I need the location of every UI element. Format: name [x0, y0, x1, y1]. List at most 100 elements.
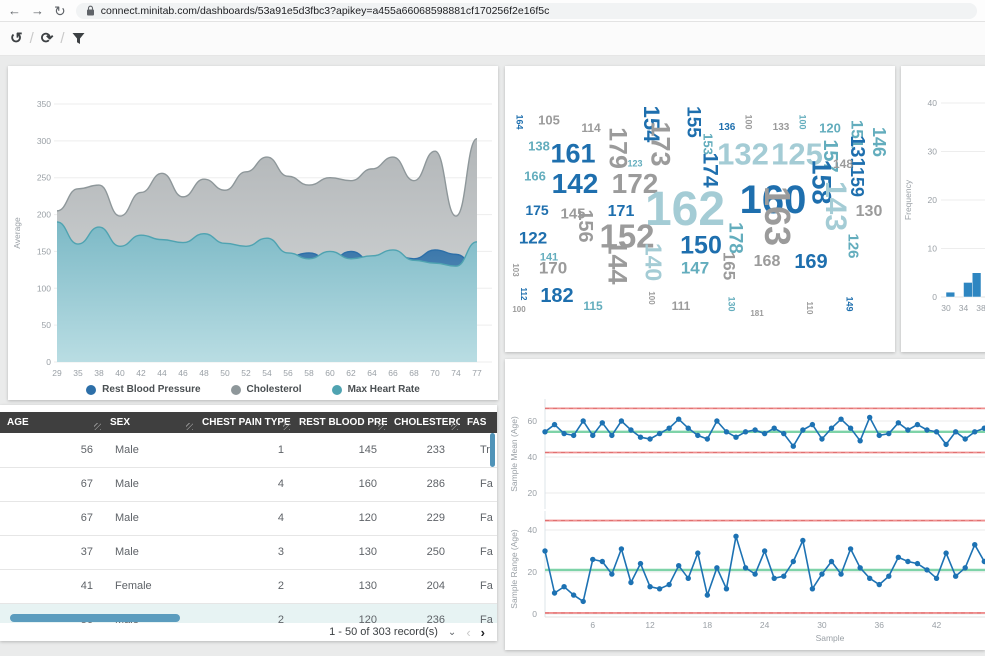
- table-row[interactable]: 56Male1145233Tr: [0, 433, 497, 467]
- chevron-down-icon[interactable]: ⌄: [448, 627, 456, 638]
- cloud-word[interactable]: 166: [524, 170, 546, 183]
- svg-text:Sample Mean (Age): Sample Mean (Age): [509, 416, 519, 492]
- cloud-word[interactable]: 178: [726, 222, 745, 254]
- column-header-fas[interactable]: FAS: [460, 412, 497, 433]
- cloud-word[interactable]: 136: [719, 123, 736, 133]
- cloud-word[interactable]: 149: [845, 296, 854, 311]
- filter-icon[interactable]: [72, 32, 85, 45]
- cloud-word[interactable]: 100: [744, 114, 753, 129]
- wordcloud: 1641051141541551361001331001201511381611…: [505, 66, 895, 352]
- cloud-word[interactable]: 126: [846, 233, 861, 258]
- forward-icon[interactable]: →: [31, 4, 44, 17]
- lock-icon: [86, 5, 95, 16]
- cloud-word[interactable]: 179: [605, 127, 630, 169]
- cloud-word[interactable]: 143: [820, 181, 850, 231]
- column-header-sex[interactable]: SEX: [103, 412, 195, 433]
- cloud-word[interactable]: 114: [581, 122, 600, 134]
- table-row[interactable]: 37Male3130250Fa: [0, 535, 497, 569]
- table-cell: Male: [103, 501, 195, 535]
- cloud-word[interactable]: 161: [550, 141, 595, 168]
- history-icon[interactable]: ↺: [10, 31, 23, 46]
- cloud-word[interactable]: 111: [672, 300, 691, 312]
- cloud-word[interactable]: 112: [519, 288, 527, 301]
- cloud-word[interactable]: 100: [798, 114, 807, 129]
- cloud-word[interactable]: 115: [583, 300, 602, 312]
- svg-text:300: 300: [37, 136, 51, 146]
- table-cell: 286: [387, 467, 460, 501]
- cloud-word[interactable]: 164: [515, 114, 524, 129]
- prev-page-button[interactable]: ‹: [466, 625, 470, 640]
- svg-text:150: 150: [37, 246, 51, 256]
- cloud-word[interactable]: 168: [754, 254, 781, 270]
- cloud-word[interactable]: 150: [680, 234, 722, 259]
- column-resize-handle[interactable]: [94, 423, 101, 430]
- cloud-word[interactable]: 142: [552, 170, 599, 198]
- cloud-word[interactable]: 132: [717, 139, 769, 170]
- cloud-word[interactable]: 140: [642, 243, 665, 281]
- column-header-rest-blood-press-[interactable]: REST BLOOD PRESS...: [292, 412, 387, 433]
- table-row[interactable]: 67Male4160286Fa: [0, 467, 497, 501]
- svg-text:100: 100: [37, 283, 51, 293]
- data-table: AGESEXCHEST PAIN TYPEREST BLOOD PRESS...…: [0, 412, 497, 638]
- cloud-word[interactable]: 110: [805, 302, 813, 315]
- svg-text:35: 35: [73, 368, 83, 378]
- legend-item-max-heart-rate[interactable]: Max Heart Rate: [332, 384, 420, 395]
- cloud-word[interactable]: 130: [727, 296, 736, 311]
- refresh-icon[interactable]: ⟳: [41, 31, 54, 46]
- column-header-cholesterol[interactable]: CHOLESTEROL: [387, 412, 460, 433]
- svg-text:42: 42: [932, 620, 942, 630]
- cloud-word[interactable]: 175: [525, 203, 548, 217]
- back-icon[interactable]: ←: [8, 4, 21, 17]
- cloud-word[interactable]: 147: [681, 260, 709, 277]
- svg-text:42: 42: [136, 368, 146, 378]
- table-row[interactable]: 41Female2130204Fa: [0, 569, 497, 603]
- svg-text:50: 50: [220, 368, 230, 378]
- cloud-word[interactable]: 120: [819, 122, 841, 135]
- cloud-word[interactable]: 156: [575, 209, 595, 242]
- column-header-age[interactable]: AGE: [0, 412, 103, 433]
- cloud-word[interactable]: 105: [538, 114, 560, 127]
- column-header-chest-pain-type[interactable]: CHEST PAIN TYPE: [195, 412, 292, 433]
- address-bar[interactable]: connect.minitab.com/dashboards/53a91e5d3…: [76, 3, 977, 19]
- cloud-word[interactable]: 169: [794, 252, 827, 272]
- cloud-word[interactable]: 103: [511, 263, 519, 276]
- svg-text:24: 24: [760, 620, 770, 630]
- cloud-word[interactable]: 130: [856, 204, 883, 220]
- table-horizontal-scrollbar[interactable]: [10, 614, 180, 622]
- svg-text:46: 46: [178, 368, 188, 378]
- svg-text:56: 56: [283, 368, 293, 378]
- cloud-word[interactable]: 181: [750, 310, 763, 318]
- cloud-word[interactable]: 100: [512, 306, 525, 314]
- cloud-word[interactable]: 163: [759, 186, 795, 246]
- column-resize-handle[interactable]: [451, 423, 458, 430]
- cloud-word[interactable]: 133: [773, 123, 790, 133]
- table-cell: 56: [0, 433, 103, 467]
- cloud-word[interactable]: 100: [647, 291, 655, 304]
- svg-text:66: 66: [388, 368, 398, 378]
- cloud-word[interactable]: 122: [519, 230, 547, 247]
- table-cell: 67: [0, 501, 103, 535]
- legend-item-cholesterol[interactable]: Cholesterol: [231, 384, 302, 395]
- column-resize-handle[interactable]: [186, 423, 193, 430]
- cloud-word[interactable]: 182: [540, 286, 573, 306]
- reload-icon[interactable]: ↻: [54, 4, 66, 18]
- column-resize-handle[interactable]: [283, 423, 290, 430]
- cloud-word[interactable]: 138: [528, 140, 550, 153]
- cloud-word[interactable]: 146: [870, 127, 888, 157]
- table-vertical-scrollbar[interactable]: [490, 433, 495, 467]
- table-cell: Male: [103, 433, 195, 467]
- cloud-word[interactable]: 170: [539, 260, 567, 277]
- table-row[interactable]: 67Male4120229Fa: [0, 501, 497, 535]
- table-cell: 37: [0, 535, 103, 569]
- cloud-word[interactable]: 165: [721, 252, 738, 280]
- column-resize-handle[interactable]: [378, 423, 385, 430]
- svg-text:20: 20: [928, 195, 938, 205]
- svg-text:20: 20: [528, 567, 538, 577]
- legend-item-rest-blood-pressure[interactable]: Rest Blood Pressure: [86, 384, 200, 395]
- cloud-word[interactable]: 144: [604, 239, 631, 284]
- table-cell: 130: [292, 569, 387, 603]
- svg-text:62: 62: [346, 368, 356, 378]
- cloud-word[interactable]: 173: [647, 121, 674, 166]
- next-page-button[interactable]: ›: [481, 625, 485, 640]
- cloud-word[interactable]: 162: [645, 186, 725, 234]
